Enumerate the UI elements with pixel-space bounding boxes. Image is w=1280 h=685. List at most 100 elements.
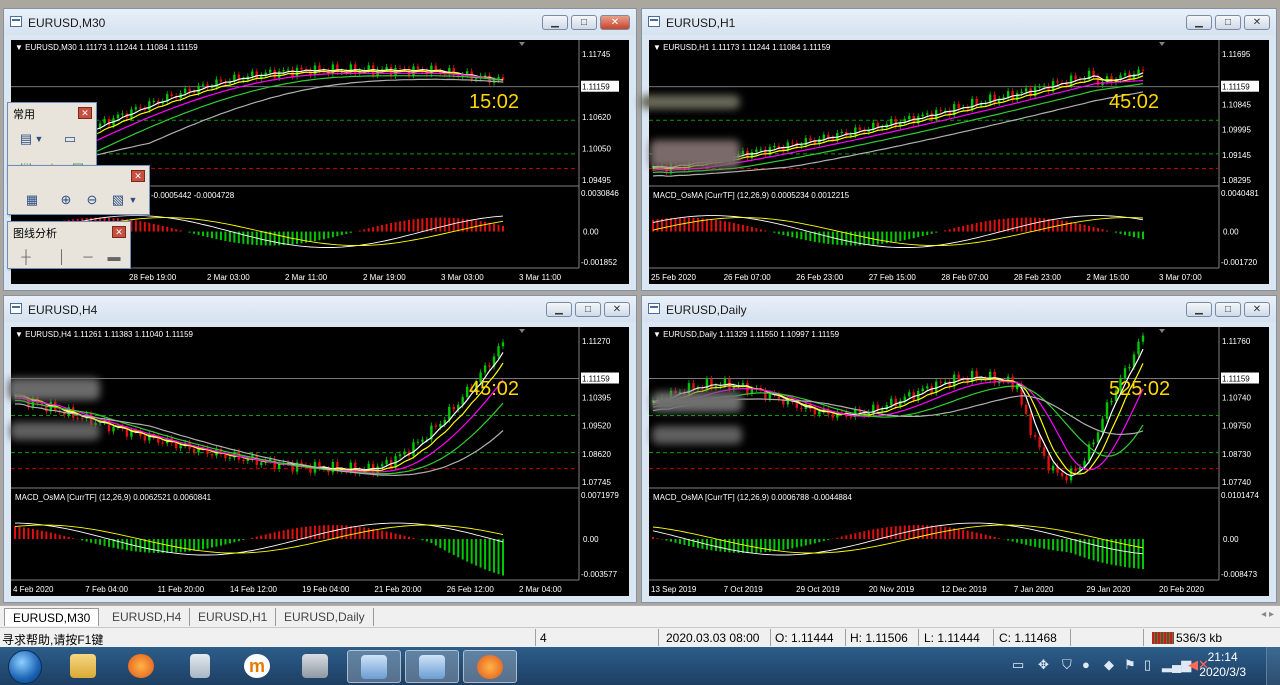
macd-histogram-bar: [14, 526, 16, 540]
toolbar-line-analysis[interactable]: 图线分析 ✕ ┼ │ ─ ▬: [7, 221, 131, 269]
rectangle-icon[interactable]: ▬: [104, 247, 124, 267]
chevron-down-icon[interactable]: ▼: [34, 129, 44, 149]
macd-histogram-bar: [376, 226, 379, 232]
flag-icon[interactable]: ⚑: [1124, 657, 1136, 673]
toolbar-charts[interactable]: ✕ ▦ ⊕ ⊖ ▧ ▼: [7, 165, 150, 215]
blurred-region: [8, 378, 100, 400]
chart-window-icon: [648, 16, 660, 27]
chart-window-daily[interactable]: EURUSD,Daily ▁ □ ✕ ▼ EURUSD,Daily 1.1132…: [641, 295, 1277, 603]
tab-eurusd-m30[interactable]: EURUSD,M30: [4, 608, 100, 626]
candle-body: [277, 71, 281, 78]
clipboard-icon[interactable]: ▯: [1144, 657, 1151, 673]
close-icon[interactable]: ✕: [112, 226, 126, 238]
taskbar-clock[interactable]: 21:14 2020/3/3: [1199, 650, 1246, 680]
macd-histogram-bar: [67, 536, 70, 540]
taskbar-mt4-1[interactable]: [347, 650, 401, 683]
tab-eurusd-daily[interactable]: EURUSD,Daily: [276, 608, 374, 626]
vertical-line-icon[interactable]: │: [52, 247, 72, 267]
tile-windows-icon[interactable]: ▦: [22, 190, 42, 210]
price-chart[interactable]: ▼ EURUSD,H4 1.11261 1.11383 1.11040 1.11…: [11, 327, 629, 596]
candle-body: [921, 114, 924, 117]
macd-histogram-bar: [72, 538, 75, 540]
tab-eurusd-h1[interactable]: EURUSD,H1: [190, 608, 277, 626]
signal-icon[interactable]: ▂▄▆: [1162, 657, 1191, 673]
minimize-button[interactable]: ▁: [546, 302, 572, 317]
macd-histogram-bar: [822, 539, 825, 542]
show-desktop-button[interactable]: [1266, 647, 1280, 685]
candle-body: [170, 94, 173, 96]
macd-histogram-bar: [448, 539, 451, 553]
zoom-out-icon[interactable]: ⊖: [82, 190, 102, 210]
macd-histogram-bar: [678, 539, 681, 544]
candle-body: [192, 448, 196, 453]
maximize-button[interactable]: □: [1215, 302, 1241, 317]
chart-window-h4[interactable]: EURUSD,H4 ▁ □ ✕ ▼ EURUSD,H4 1.11261 1.11…: [3, 295, 637, 603]
chart-type-icon[interactable]: ▧: [108, 190, 128, 210]
network-share-icon[interactable]: ✥: [1038, 657, 1049, 673]
candle-body: [497, 346, 500, 357]
macd-histogram-bar: [1088, 225, 1091, 232]
start-button[interactable]: [8, 650, 42, 684]
taskbar-firefox[interactable]: [115, 650, 169, 683]
close-icon[interactable]: ✕: [78, 107, 92, 119]
price-chart[interactable]: ▼ EURUSD,H1 1.11173 1.11244 1.11084 1.11…: [649, 40, 1269, 284]
status-count: 4: [540, 631, 547, 645]
price-axis-label: 1.07740: [1222, 478, 1251, 487]
maximize-button[interactable]: □: [1215, 15, 1241, 30]
macd-histogram-bar: [1025, 217, 1028, 232]
maximize-button[interactable]: □: [575, 302, 601, 317]
window-titlebar[interactable]: EURUSD,M30 ▁ □ ✕: [4, 9, 636, 35]
taskbar-mt4-2[interactable]: [405, 650, 459, 683]
close-button[interactable]: ✕: [1244, 302, 1270, 317]
minimize-button[interactable]: ▁: [1186, 302, 1212, 317]
chevron-down-icon[interactable]: ▼: [128, 190, 138, 210]
profiles-icon[interactable]: ▭: [60, 129, 80, 149]
close-button[interactable]: ✕: [604, 302, 630, 317]
macd-histogram-bar: [1074, 222, 1077, 232]
taskbar-firefox-active[interactable]: [463, 650, 517, 683]
taskbar-calculator[interactable]: [173, 650, 227, 683]
maximize-button[interactable]: □: [571, 15, 597, 30]
zoom-in-icon[interactable]: ⊕: [56, 190, 76, 210]
minimize-button[interactable]: ▁: [542, 15, 568, 30]
shield-icon[interactable]: ⛉: [1062, 657, 1072, 673]
macd-histogram-bar: [1128, 231, 1131, 237]
price-chart[interactable]: ▼ EURUSD,Daily 1.11329 1.11550 1.10997 1…: [649, 327, 1269, 596]
window-titlebar[interactable]: EURUSD,H4 ▁ □ ✕: [4, 296, 636, 322]
close-button[interactable]: ✕: [600, 15, 630, 30]
close-button[interactable]: ✕: [1244, 15, 1270, 30]
taskbar-explorer[interactable]: [57, 650, 111, 683]
crosshair-icon[interactable]: ┼: [16, 247, 36, 267]
window-titlebar[interactable]: EURUSD,H1 ▁ □ ✕: [642, 9, 1276, 35]
close-icon[interactable]: ✕: [131, 170, 145, 182]
chat-icon[interactable]: ●: [1082, 657, 1090, 672]
keyboard-icon[interactable]: ▭: [1012, 657, 1024, 673]
taskbar-printer[interactable]: [289, 650, 343, 683]
macd-histogram-bar: [962, 529, 965, 540]
macd-histogram-bar: [193, 539, 196, 551]
tab-scroll-arrows[interactable]: ◂ ▸: [1261, 609, 1274, 620]
macd-histogram-bar: [1083, 539, 1086, 558]
macd-histogram-bar: [714, 539, 717, 551]
candle-body: [1056, 81, 1059, 83]
window-titlebar[interactable]: EURUSD,Daily ▁ □ ✕: [642, 296, 1276, 322]
macd-axis-label: 0.00: [583, 535, 599, 544]
macd-axis-label: 0.0101474: [1221, 491, 1259, 500]
horizontal-line-icon[interactable]: ─: [78, 247, 98, 267]
candle-body: [782, 148, 785, 151]
candle-body: [710, 378, 713, 388]
macd-histogram-bar: [188, 231, 191, 233]
app-tray-icon[interactable]: ◆: [1104, 657, 1114, 673]
macd-histogram-bar: [1101, 539, 1104, 563]
minimize-button[interactable]: ▁: [1186, 15, 1212, 30]
macd-histogram-bar: [1115, 231, 1118, 233]
candle-body: [1074, 75, 1077, 80]
current-price-label: 1.11159: [582, 375, 610, 384]
price-axis-label: 1.10050: [582, 145, 611, 154]
taskbar-app-m[interactable]: m: [231, 650, 285, 683]
tab-eurusd-h4[interactable]: EURUSD,H4: [104, 608, 191, 626]
candle-body: [152, 101, 155, 103]
macd-histogram-bar: [291, 528, 294, 540]
macd-histogram-bar: [854, 231, 857, 246]
new-chart-icon[interactable]: ▤: [16, 129, 36, 149]
